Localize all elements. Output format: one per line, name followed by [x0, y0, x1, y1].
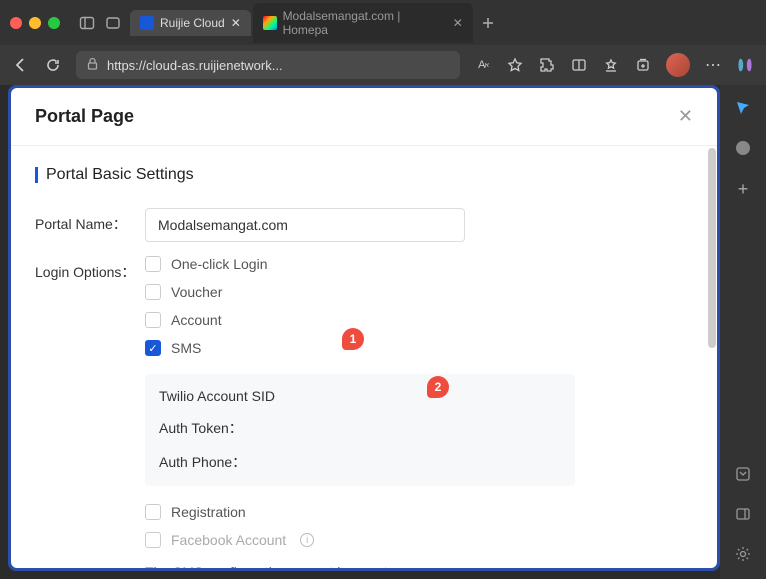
edge-sidebar: + — [720, 85, 766, 579]
lock-icon — [86, 57, 99, 73]
copilot-icon[interactable] — [736, 56, 754, 74]
sidebar-toggle-icon[interactable] — [78, 14, 96, 32]
checkbox-icon — [145, 256, 161, 272]
portal-name-label: Portal Name： — [35, 208, 145, 234]
error-message: The SMS configuration cannot be empty — [145, 564, 575, 568]
new-tab-button[interactable] — [479, 14, 497, 32]
address-bar[interactable]: https://cloud-as.ruijienetwork... — [76, 51, 460, 79]
option-label: Registration — [171, 504, 246, 520]
favorite-icon[interactable] — [506, 56, 524, 74]
login-options-row: Login Options： One-click Login Voucher A… — [35, 256, 693, 568]
tab-title: Ruijie Cloud — [160, 16, 225, 30]
tab-ruijie-cloud[interactable]: Ruijie Cloud ✕ — [130, 10, 251, 36]
info-icon[interactable]: i — [300, 533, 314, 547]
option-label: One-click Login — [171, 256, 268, 272]
option-label: SMS — [171, 340, 201, 356]
checkbox-checked-icon: ✓ — [145, 340, 161, 356]
close-icon[interactable]: ✕ — [678, 106, 693, 127]
tab-strip: Ruijie Cloud ✕ Modalsemangat.com | Homep… — [130, 3, 497, 43]
text-size-icon[interactable]: Aא — [474, 56, 492, 74]
page-content: Portal Page ✕ Portal Basic Settings Port… — [8, 85, 720, 571]
login-options-list: One-click Login Voucher Account ✓ SMS 1 — [145, 256, 575, 568]
option-label: Account — [171, 312, 222, 328]
sidebar-app-2[interactable] — [730, 135, 756, 161]
maximize-window-button[interactable] — [48, 17, 60, 29]
twilio-sid-label: Twilio Account SID — [159, 388, 561, 404]
auth-token-label: Auth Token： — [159, 418, 561, 438]
url-text: https://cloud-as.ruijienetwork... — [107, 58, 283, 73]
auth-phone-label: Auth Phone： — [159, 452, 561, 472]
sidebar-add-icon[interactable]: + — [738, 179, 749, 200]
account-option[interactable]: Account — [145, 312, 575, 328]
checkbox-icon — [145, 284, 161, 300]
split-screen-icon[interactable] — [570, 56, 588, 74]
tab-favicon — [263, 16, 277, 30]
section-title: Portal Basic Settings — [35, 166, 693, 184]
portal-name-row: Portal Name： — [35, 208, 693, 242]
sms-option[interactable]: ✓ SMS 1 — [145, 340, 575, 356]
window-controls — [10, 17, 60, 29]
favorites-bar-icon[interactable] — [602, 56, 620, 74]
sidebar-panel-icon[interactable] — [730, 501, 756, 527]
checkbox-icon — [145, 532, 161, 548]
portal-page-modal: Portal Page ✕ Portal Basic Settings Port… — [11, 88, 717, 568]
close-window-button[interactable] — [10, 17, 22, 29]
registration-option[interactable]: Registration — [145, 504, 575, 520]
tab-modalsemangat[interactable]: Modalsemangat.com | Homepa ✕ — [253, 3, 473, 43]
window-icon[interactable] — [104, 14, 122, 32]
facebook-option[interactable]: Facebook Account i — [145, 532, 575, 548]
profile-avatar[interactable] — [666, 53, 690, 77]
option-label: Voucher — [171, 284, 222, 300]
title-bar: Ruijie Cloud ✕ Modalsemangat.com | Homep… — [0, 0, 766, 45]
back-button[interactable] — [12, 56, 30, 74]
browser-toolbar: https://cloud-as.ruijienetwork... Aא ⋯ — [0, 45, 766, 85]
tab-title: Modalsemangat.com | Homepa — [283, 9, 447, 37]
collections-icon[interactable] — [634, 56, 652, 74]
tab-close-icon[interactable]: ✕ — [231, 16, 241, 30]
refresh-button[interactable] — [44, 56, 62, 74]
voucher-option[interactable]: Voucher — [145, 284, 575, 300]
scrollbar-thumb[interactable] — [708, 148, 716, 348]
tab-close-icon[interactable]: ✕ — [453, 16, 463, 30]
modal-body: Portal Basic Settings Portal Name： Login… — [11, 146, 717, 568]
sidebar-settings-icon[interactable] — [730, 541, 756, 567]
tab-favicon — [140, 16, 154, 30]
sidebar-tools-icon[interactable] — [730, 461, 756, 487]
option-label: Facebook Account — [171, 532, 286, 548]
checkbox-icon — [145, 312, 161, 328]
annotation-2: 2 — [427, 376, 449, 398]
minimize-window-button[interactable] — [29, 17, 41, 29]
one-click-login-option[interactable]: One-click Login — [145, 256, 575, 272]
checkbox-icon — [145, 504, 161, 520]
sidebar-app-1[interactable] — [730, 95, 756, 121]
more-menu-icon[interactable]: ⋯ — [704, 56, 722, 74]
annotation-1: 1 — [342, 328, 364, 350]
portal-name-input[interactable] — [145, 208, 465, 242]
modal-header: Portal Page ✕ — [11, 88, 717, 146]
sms-config-panel: 2 Twilio Account SID Auth Token： Auth Ph… — [145, 374, 575, 486]
login-options-label: Login Options： — [35, 256, 145, 282]
modal-title: Portal Page — [35, 106, 134, 127]
extensions-icon[interactable] — [538, 56, 556, 74]
